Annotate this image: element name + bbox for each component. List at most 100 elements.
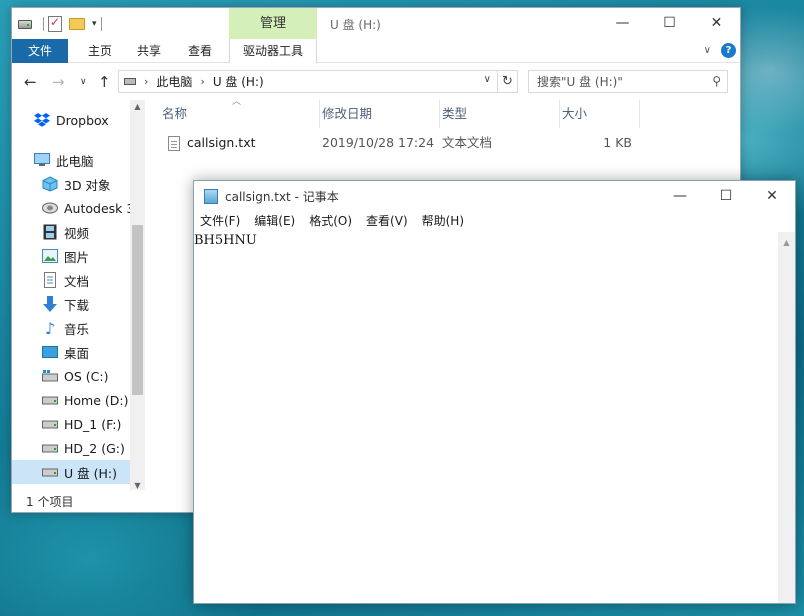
notepad-titlebar[interactable]: callsign.txt - 记事本 — ☐ ✕ (194, 181, 795, 211)
nav-item-os-c[interactable]: OS (C:) (12, 364, 130, 388)
file-modified: 2019/10/28 17:24 (322, 135, 435, 150)
properties-icon[interactable] (48, 15, 62, 32)
nav-item-usb-h[interactable]: U 盘 (H:) (12, 460, 130, 484)
scrollbar-thumb[interactable] (132, 225, 143, 395)
column-divider[interactable] (319, 100, 320, 128)
tab-share[interactable]: 共享 (129, 39, 169, 63)
breadcrumb-this-pc[interactable]: 此电脑 (156, 73, 192, 90)
nav-item-home-d[interactable]: Home (D:) (12, 388, 130, 412)
file-size: 1 KB (603, 135, 632, 150)
nav-item-label: Home (D:) (64, 392, 129, 408)
nav-item-3d-objects[interactable]: 3D 对象 (12, 172, 130, 196)
search-input[interactable]: 搜索"U 盘 (H:)" ⚲ (528, 70, 728, 93)
nav-item-label: Dropbox (56, 112, 109, 128)
up-icon[interactable]: ↑ (98, 73, 111, 91)
address-bar[interactable]: › 此电脑 › U 盘 (H:) ∨ ↻ (118, 70, 518, 93)
nav-item-videos[interactable]: 视频 (12, 220, 130, 244)
3d-objects-icon (42, 176, 58, 192)
search-placeholder: 搜索"U 盘 (H:)" (537, 75, 623, 89)
nav-scrollbar[interactable]: ▲ ▼ (130, 100, 145, 490)
nav-item-label: 视频 (64, 225, 90, 241)
menu-help[interactable]: 帮助(H) (422, 211, 464, 231)
menu-view[interactable]: 查看(V) (366, 211, 408, 231)
nav-item-desktop[interactable]: 桌面 (12, 340, 130, 364)
refresh-icon[interactable]: ↻ (497, 71, 517, 92)
drive-icon (42, 440, 58, 456)
download-icon (42, 296, 58, 312)
chevron-right-icon[interactable]: › (144, 75, 148, 88)
column-header-name[interactable]: 名称 (162, 100, 187, 128)
nav-item-documents[interactable]: 文档 (12, 268, 130, 292)
close-icon[interactable]: ✕ (749, 181, 795, 210)
drive-icon[interactable] (18, 19, 32, 29)
window-title: U 盘 (H:) (330, 18, 381, 32)
drive-icon (124, 78, 136, 85)
nav-item-hd2-g[interactable]: HD_2 (G:) (12, 436, 130, 460)
minimize-icon[interactable]: — (599, 8, 646, 37)
maximize-icon[interactable]: ☐ (703, 181, 749, 210)
tab-view[interactable]: 查看 (180, 39, 220, 63)
address-row: ← → ∨ ↑ › 此电脑 › U 盘 (H:) ∨ ↻ 搜索"U 盘 (H:)… (12, 64, 740, 100)
quick-access-toolbar: ▾ (18, 14, 106, 34)
menu-file[interactable]: 文件(F) (200, 211, 240, 231)
video-icon (42, 224, 58, 240)
expand-ribbon-icon[interactable]: ∨ (704, 45, 711, 56)
explorer-titlebar[interactable]: ▾ 管理 U 盘 (H:) — ☐ ✕ (12, 8, 740, 39)
windows-drive-icon (42, 368, 58, 384)
scroll-down-icon[interactable]: ▼ (130, 481, 145, 490)
chevron-right-icon[interactable]: › (200, 75, 204, 88)
recent-locations-icon[interactable]: ∨ (80, 77, 87, 87)
customize-qat-icon[interactable]: ▾ (92, 19, 97, 29)
status-bar-count: 1 个项目 (26, 495, 74, 509)
menu-edit[interactable]: 编辑(E) (254, 211, 295, 231)
nav-item-label: 文档 (64, 273, 90, 289)
minimize-icon[interactable]: — (657, 181, 703, 210)
forward-icon[interactable]: → (52, 73, 65, 91)
window-controls: — ☐ ✕ (599, 8, 740, 37)
column-header-size[interactable]: 大小 (562, 100, 587, 128)
help-icon[interactable]: ? (721, 43, 736, 58)
maximize-icon[interactable]: ☐ (646, 8, 693, 37)
qat-divider (43, 17, 44, 31)
nav-item-this-pc[interactable]: 此电脑 (12, 148, 130, 172)
back-icon[interactable]: ← (24, 73, 37, 91)
tab-file[interactable]: 文件 (12, 39, 68, 63)
qat-divider (100, 17, 102, 31)
column-divider[interactable] (639, 100, 640, 128)
scroll-up-icon[interactable]: ▲ (778, 238, 795, 247)
menu-format[interactable]: 格式(O) (309, 211, 352, 231)
nav-item-label: 此电脑 (56, 153, 94, 169)
breadcrumb-usb-drive[interactable]: U 盘 (H:) (213, 73, 264, 90)
tab-home[interactable]: 主页 (80, 39, 120, 63)
tab-drive-tools[interactable]: 驱动器工具 (229, 39, 317, 63)
chevron-down-icon[interactable]: ∨ (484, 74, 491, 85)
ribbon-tabs: 文件 主页 共享 查看 驱动器工具 ∨ ? (12, 39, 740, 63)
notepad-menubar: 文件(F) 编辑(E) 格式(O) 查看(V) 帮助(H) (194, 211, 795, 231)
scroll-up-icon[interactable]: ▲ (130, 102, 145, 111)
desktop-icon (42, 344, 58, 360)
column-divider[interactable] (439, 100, 440, 128)
nav-item-downloads[interactable]: 下载 (12, 292, 130, 316)
nav-item-label: 图片 (64, 249, 90, 265)
file-row[interactable]: callsign.txt 2019/10/28 17:24 文本文档 1 KB (152, 132, 642, 154)
drive-icon (42, 392, 58, 408)
notepad-scrollbar[interactable]: ▲ (778, 232, 795, 603)
nav-item-dropbox[interactable]: Dropbox (12, 108, 130, 132)
documents-icon (42, 272, 58, 288)
column-header-modified[interactable]: 修改日期 (322, 100, 372, 128)
column-header-type[interactable]: 类型 (442, 100, 467, 128)
notepad-icon (204, 189, 218, 204)
close-icon[interactable]: ✕ (693, 8, 740, 37)
nav-item-music[interactable]: ♪ 音乐 (12, 316, 130, 340)
search-icon: ⚲ (712, 74, 721, 88)
pictures-icon (42, 248, 58, 264)
nav-item-pictures[interactable]: 图片 (12, 244, 130, 268)
new-folder-icon[interactable] (69, 18, 85, 30)
usb-drive-icon (42, 464, 58, 480)
notepad-window[interactable]: callsign.txt - 记事本 — ☐ ✕ 文件(F) 编辑(E) 格式(… (193, 180, 796, 604)
column-divider[interactable] (559, 100, 560, 128)
nav-item-hd1-f[interactable]: HD_1 (F:) (12, 412, 130, 436)
notepad-text-area[interactable]: BH5HNU (194, 232, 779, 603)
drive-icon (42, 416, 58, 432)
nav-item-autodesk[interactable]: Autodesk 360 (12, 196, 130, 220)
